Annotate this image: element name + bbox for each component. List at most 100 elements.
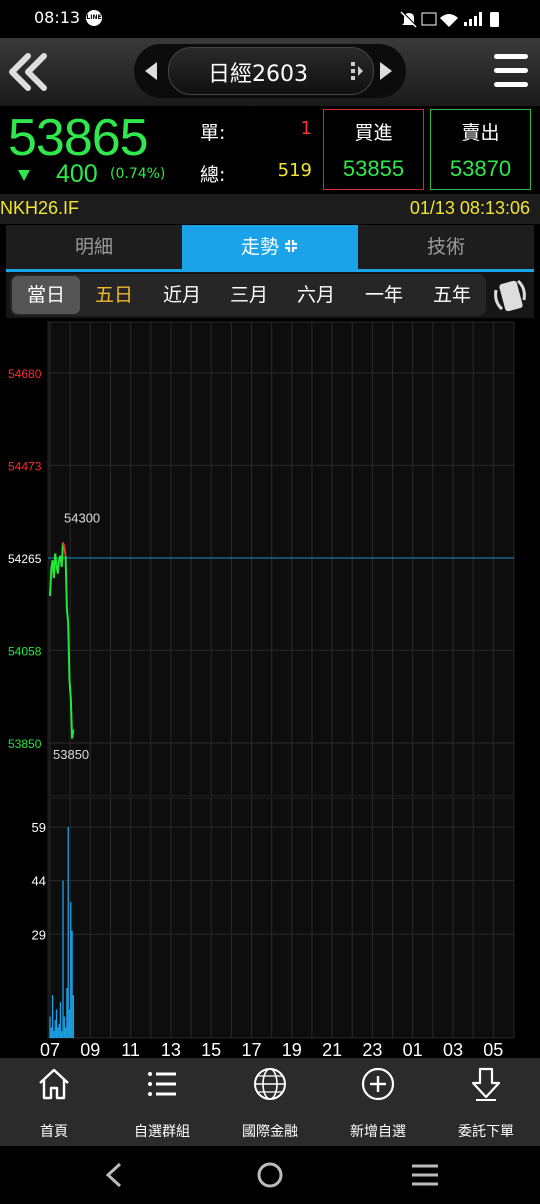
price-line-segment <box>54 553 58 565</box>
signal-icon <box>464 12 482 26</box>
nav-watch-groups[interactable]: 自選群組 <box>108 1058 216 1146</box>
period-today[interactable]: 當日 <box>12 276 80 314</box>
menu-icon[interactable] <box>494 52 528 92</box>
trend-chart: 54680 54473 54265 54058 53850 54300 53850 59 44 2… <box>0 318 540 1058</box>
view-tabs: 明細 走勢 技術 <box>6 225 534 272</box>
switch-contract-icon[interactable] <box>350 60 364 82</box>
price-tick-label: 54265 <box>8 552 42 566</box>
volume-tick-label: 29 <box>32 927 46 942</box>
nav-international-label: 國際金融 <box>242 1124 298 1140</box>
sell-price: 53870 <box>449 156 512 181</box>
total-volume-value: 519 <box>277 160 312 181</box>
period-five-day[interactable]: 五日 <box>80 276 148 314</box>
price-tick-label: 54473 <box>8 459 42 473</box>
volume-tick-label: 44 <box>32 874 46 889</box>
price-line-segment <box>62 542 66 548</box>
quote-datetime: 01/13 08:13:06 <box>409 198 530 218</box>
price-line-segment <box>56 559 61 574</box>
time-tick-label: 17 <box>241 1040 261 1058</box>
add-circle-icon <box>361 1067 395 1101</box>
status-bar: 08:13 LINE <box>0 0 540 38</box>
price-tick-label: 54058 <box>8 644 42 658</box>
buy-button[interactable]: 買進 53855 <box>323 109 424 190</box>
volume-plot-area <box>47 797 515 1039</box>
android-home-icon[interactable] <box>257 1162 283 1188</box>
low-price-annotation: 53850 <box>53 747 89 762</box>
high-price-annotation: 54300 <box>64 510 100 525</box>
price-tick-label: 54680 <box>8 367 42 381</box>
single-volume-value: 1 <box>300 118 312 139</box>
time-tick-label: 15 <box>201 1040 221 1058</box>
tab-trend-label: 走勢 <box>240 236 279 258</box>
period-one-year[interactable]: 一年 <box>350 276 418 314</box>
single-volume-label: 單: <box>200 122 226 144</box>
back-double-chevron-icon[interactable] <box>6 50 50 94</box>
tab-trend[interactable]: 走勢 <box>182 225 358 269</box>
line-app-icon: LINE <box>86 10 102 26</box>
buy-price: 53855 <box>342 156 405 181</box>
mute-bell-icon <box>400 10 418 28</box>
nav-place-order-label: 委託下單 <box>458 1124 514 1140</box>
price-line-segment <box>64 555 68 610</box>
last-price: 53865 <box>8 109 149 167</box>
nav-international[interactable]: 國際金融 <box>216 1058 324 1146</box>
price-tick-label: 53850 <box>8 737 42 751</box>
price-change-percent: (0.74%) <box>110 166 166 182</box>
tab-details-label: 明細 <box>74 236 113 258</box>
time-tick-label: 03 <box>443 1040 463 1058</box>
price-line-segment <box>49 569 53 596</box>
time-tick-label: 11 <box>121 1040 140 1058</box>
sell-label: 賣出 <box>461 122 500 144</box>
price-line-segment <box>71 729 75 739</box>
time-tick-label: 09 <box>80 1040 100 1058</box>
sell-button[interactable]: 賣出 53870 <box>430 109 531 190</box>
app-header: 日經2603 <box>0 38 540 106</box>
price-line-segment <box>60 542 64 567</box>
tab-technical-label: 技術 <box>426 236 465 258</box>
next-symbol-button[interactable] <box>380 62 392 80</box>
price-line-segment <box>69 698 74 739</box>
nav-place-order[interactable]: 委託下單 <box>432 1058 540 1146</box>
nav-home-label: 首頁 <box>40 1124 68 1140</box>
time-tick-label: 07 <box>40 1040 60 1058</box>
down-arrow-icon <box>18 170 30 181</box>
symbol-title: 日經2603 <box>208 62 308 87</box>
nav-home[interactable]: 首頁 <box>0 1058 108 1146</box>
period-near-month[interactable]: 近月 <box>148 276 216 314</box>
buy-label: 買進 <box>354 122 393 144</box>
nav-add-watch-label: 新增自選 <box>350 1124 406 1140</box>
period-bar: 當日 五日 近月 三月 六月 一年 五年 <box>6 272 534 318</box>
volte-icon <box>421 12 437 26</box>
android-nav-bar <box>0 1146 540 1204</box>
price-change: 400 <box>56 160 98 188</box>
contract-code: NKH26.IF <box>0 198 80 218</box>
time-tick-label: 19 <box>282 1040 302 1058</box>
globe-icon <box>254 1068 286 1100</box>
time-tick-label: 21 <box>322 1040 342 1058</box>
status-time: 08:13 <box>34 8 81 27</box>
nav-add-watch[interactable]: 新增自選 <box>324 1058 432 1146</box>
status-icons <box>400 10 499 28</box>
order-arrow-icon <box>471 1067 501 1101</box>
time-tick-label: 13 <box>161 1040 181 1058</box>
period-selector: 當日 五日 近月 三月 六月 一年 五年 <box>10 274 486 316</box>
period-six-month[interactable]: 六月 <box>282 276 350 314</box>
total-volume-label: 總: <box>200 164 226 186</box>
price-plot-area <box>47 321 515 797</box>
tab-details[interactable]: 明細 <box>6 225 182 269</box>
tab-technical[interactable]: 技術 <box>358 225 534 269</box>
collapse-icon <box>285 240 297 252</box>
android-back-icon[interactable] <box>105 1162 122 1188</box>
list-icon <box>148 1072 176 1096</box>
wifi-icon <box>440 14 458 27</box>
time-tick-label: 01 <box>403 1040 423 1058</box>
battery-icon <box>490 12 499 27</box>
period-five-year[interactable]: 五年 <box>418 276 486 314</box>
period-three-month[interactable]: 三月 <box>215 276 283 314</box>
price-line-segment <box>65 609 70 623</box>
android-recents-icon[interactable] <box>412 1164 438 1186</box>
volume-tick-label: 59 <box>32 820 46 835</box>
prev-symbol-button[interactable] <box>145 62 157 80</box>
price-line-segment <box>67 622 71 681</box>
rotate-screen-icon[interactable] <box>490 276 530 314</box>
